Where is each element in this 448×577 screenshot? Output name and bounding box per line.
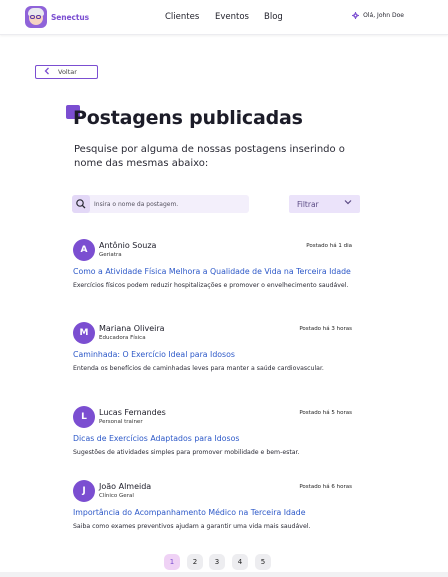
post-time: Postado há 1 dia xyxy=(306,243,352,249)
search-icon[interactable] xyxy=(72,195,90,213)
post-author: Lucas Fernandes xyxy=(99,408,166,417)
post-time: Postado há 3 horas xyxy=(299,326,352,332)
pagination: 1 2 3 4 5 xyxy=(0,554,448,570)
search-bar xyxy=(72,195,249,213)
post-time: Postado há 5 horas xyxy=(299,410,352,416)
post-excerpt: Entenda os benefícios de caminhadas leve… xyxy=(73,365,324,372)
post-author: Antônio Souza xyxy=(99,241,157,250)
page-button-1[interactable]: 1 xyxy=(164,554,180,570)
back-button[interactable]: Voltar xyxy=(35,65,98,79)
post-author-role: Personal trainer xyxy=(99,419,143,425)
header: Senectus Clientes Eventos Blog Olá, John… xyxy=(0,0,448,35)
post-author-role: Clínico Geral xyxy=(99,493,134,499)
post-author-role: Geriatra xyxy=(99,252,122,258)
post-title-link[interactable]: Como a Atividade Física Melhora a Qualid… xyxy=(73,267,351,276)
post-excerpt: Exercícios físicos podem reduzir hospita… xyxy=(73,282,349,289)
post-author-role: Educadora Física xyxy=(99,335,146,341)
chevron-left-icon xyxy=(44,67,50,78)
nav-clientes[interactable]: Clientes xyxy=(165,12,199,22)
post-author: Mariana Oliveira xyxy=(99,324,165,333)
post-title-link[interactable]: Importância do Acompanhamento Médico na … xyxy=(73,508,306,517)
search-input[interactable] xyxy=(94,195,244,213)
post-excerpt: Sugestões de atividades simples para pro… xyxy=(73,449,300,456)
filter-label: Filtrar xyxy=(297,199,319,209)
nav-blog[interactable]: Blog xyxy=(264,12,283,22)
page-button-4[interactable]: 4 xyxy=(232,554,248,570)
page-button-2[interactable]: 2 xyxy=(187,554,203,570)
avatar[interactable]: J xyxy=(73,480,95,502)
back-label: Voltar xyxy=(58,68,77,76)
post-time: Postado há 6 horas xyxy=(299,484,352,490)
post-card: J João Almeida Clínico Geral Postado há … xyxy=(73,480,363,550)
avatar[interactable]: M xyxy=(73,322,95,344)
user-menu[interactable]: Olá, John Doe xyxy=(352,12,404,19)
gear-icon xyxy=(352,12,360,19)
page-button-3[interactable]: 3 xyxy=(209,554,225,570)
post-card: A Antônio Souza Geriatra Postado há 1 di… xyxy=(73,239,363,309)
page-title: Postagens publicadas xyxy=(73,107,303,129)
page-subtitle: Pesquise por alguma de nossas postagens … xyxy=(74,144,345,169)
page-button-5[interactable]: 5 xyxy=(255,554,271,570)
post-title-link[interactable]: Dicas de Exercícios Adaptados para Idoso… xyxy=(73,434,239,443)
nav-eventos[interactable]: Eventos xyxy=(215,12,249,22)
post-card: M Mariana Oliveira Educadora Física Post… xyxy=(73,322,363,392)
post-card: L Lucas Fernandes Personal trainer Posta… xyxy=(73,406,363,476)
post-author: João Almeida xyxy=(99,482,152,491)
page: Senectus Clientes Eventos Blog Olá, John… xyxy=(0,0,448,572)
filter-dropdown[interactable]: Filtrar xyxy=(289,195,360,213)
chevron-down-icon xyxy=(344,198,352,209)
avatar[interactable]: L xyxy=(73,406,95,428)
user-greeting: Olá, John Doe xyxy=(363,12,404,19)
post-title-link[interactable]: Caminhada: O Exercício Ideal para Idosos xyxy=(73,350,235,359)
avatar[interactable]: A xyxy=(73,239,95,261)
post-excerpt: Saiba como exames preventivos ajudam a g… xyxy=(73,523,311,530)
